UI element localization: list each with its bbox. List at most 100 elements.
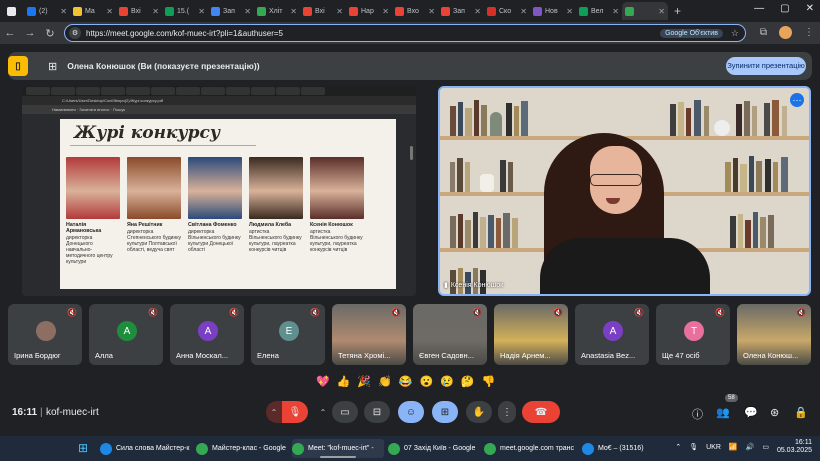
- captions-button[interactable]: ⊟: [364, 401, 390, 423]
- taskbar-item[interactable]: Сила слова Майстер-к: [100, 439, 192, 458]
- reaction-emoji[interactable]: 💖: [316, 375, 330, 388]
- reaction-emoji[interactable]: 🎉: [357, 375, 371, 388]
- tab-close-icon[interactable]: ✕: [474, 7, 481, 16]
- stop-presenting-button[interactable]: Зупинити презентацію: [726, 57, 806, 75]
- taskbar-item[interactable]: meet.google.com транс: [484, 439, 576, 458]
- people-icon[interactable]: 👥: [716, 406, 730, 419]
- mic-muted-button[interactable]: 🎙: [282, 401, 308, 423]
- participant-tile[interactable]: A 🔇 Анна Москал...: [170, 304, 244, 365]
- site-info-icon[interactable]: ⚙: [69, 27, 81, 39]
- volume-icon[interactable]: 🔊: [746, 443, 755, 451]
- shared-address: C:/Users/User/Desktop/Conf/Жюри(2)/Журі …: [22, 96, 416, 105]
- video-settings-chevron-icon[interactable]: ⌃: [316, 401, 330, 423]
- tab-close-icon[interactable]: ✕: [198, 7, 205, 16]
- reactions-button[interactable]: ☺: [398, 401, 424, 423]
- participant-tile[interactable]: 🔇 Надія Арнем...: [494, 304, 568, 365]
- participant-tile[interactable]: 🔇 Євген Садовн...: [413, 304, 487, 365]
- slide-underline: [70, 145, 256, 146]
- tab-close-icon[interactable]: ✕: [382, 7, 389, 16]
- wifi-icon[interactable]: 📶: [729, 443, 738, 451]
- participant-tile[interactable]: 🔇 Тетяна Хромі...: [332, 304, 406, 365]
- tab-close-icon[interactable]: ✕: [520, 7, 527, 16]
- more-options-button[interactable]: ⋮: [498, 401, 516, 423]
- taskbar-item[interactable]: Майстер-клас - Google: [196, 439, 288, 458]
- tab-close-icon[interactable]: ✕: [336, 7, 343, 16]
- reaction-emoji[interactable]: 🤔: [461, 375, 475, 388]
- browser-tab[interactable]: Нов ✕: [530, 2, 576, 20]
- taskbar-clock[interactable]: 16:11 05.03.2025: [777, 439, 812, 455]
- present-button[interactable]: ⊞: [432, 401, 458, 423]
- camera-button[interactable]: ▭: [332, 401, 358, 423]
- leave-call-button[interactable]: ☎: [522, 401, 560, 423]
- tab-close-icon[interactable]: ✕: [612, 7, 619, 16]
- tray-chevron-icon[interactable]: ⌃: [675, 443, 681, 451]
- info-icon[interactable]: ⓘ: [692, 406, 703, 422]
- maximize-icon[interactable]: ▢: [780, 3, 789, 14]
- tab-close-icon[interactable]: ✕: [152, 7, 159, 16]
- participant-tile[interactable]: 🔇 Ірина Бордюг: [8, 304, 82, 365]
- extensions-icon[interactable]: ⧉: [760, 27, 767, 38]
- participant-tile[interactable]: E 🔇 Елена: [251, 304, 325, 365]
- participant-tile[interactable]: A 🔇 Алла: [89, 304, 163, 365]
- omnibox[interactable]: ⚙ https://meet.google.com/kof-muec-irt?p…: [64, 24, 746, 42]
- chat-icon[interactable]: 💬: [744, 406, 758, 419]
- reaction-emoji[interactable]: 😂: [399, 375, 413, 388]
- profile-avatar[interactable]: [779, 26, 792, 39]
- browser-tab[interactable]: Зап ✕: [208, 2, 254, 20]
- reload-icon[interactable]: ↻: [40, 27, 60, 40]
- close-window-icon[interactable]: ✕: [806, 3, 814, 14]
- browser-tab[interactable]: Вел ✕: [576, 2, 622, 20]
- new-tab-icon[interactable]: +: [674, 4, 681, 18]
- tab-close-icon[interactable]: ✕: [106, 7, 113, 16]
- tile-more-options-icon[interactable]: ⋯: [790, 93, 804, 107]
- reaction-emoji[interactable]: 😢: [440, 375, 454, 388]
- participant-tile[interactable]: T 🔇 Ще 47 осіб: [656, 304, 730, 365]
- tab-close-icon[interactable]: ✕: [566, 7, 573, 16]
- activities-icon[interactable]: ⊛: [770, 406, 779, 419]
- tab-close-icon[interactable]: ✕: [290, 7, 297, 16]
- browser-tab[interactable]: Вхі ✕: [300, 2, 346, 20]
- taskbar-app-icon: [388, 442, 400, 455]
- browser-tab[interactable]: Вхо ✕: [392, 2, 438, 20]
- browser-tab[interactable]: Зап ✕: [438, 2, 484, 20]
- taskbar-item[interactable]: Mo€ – (31516): [582, 439, 674, 458]
- battery-icon[interactable]: ▭: [762, 443, 769, 451]
- bookmark-star-icon[interactable]: ☆: [731, 28, 739, 39]
- reaction-emoji[interactable]: 😮: [420, 375, 434, 388]
- forward-icon[interactable]: →: [20, 27, 40, 39]
- tab-close-icon[interactable]: ✕: [244, 7, 251, 16]
- raise-hand-button[interactable]: ✋: [466, 401, 492, 423]
- reaction-emoji[interactable]: 👎: [482, 375, 496, 388]
- participant-tile[interactable]: 🔇 Олена Конюш...: [737, 304, 811, 365]
- audio-settings-chevron-icon[interactable]: ⌃: [266, 401, 282, 423]
- tab-close-icon[interactable]: ✕: [60, 7, 67, 16]
- browser-tab[interactable]: Ско ✕: [484, 2, 530, 20]
- browser-tab[interactable]: Вхі ✕: [116, 2, 162, 20]
- menu-icon[interactable]: ⋮: [804, 27, 814, 38]
- reaction-emoji[interactable]: 👍: [337, 375, 351, 388]
- browser-tab[interactable]: 15.(✕: [162, 2, 208, 20]
- speaker-tile[interactable]: ⋯ ▮ Ксенія Конюшок: [438, 86, 811, 296]
- taskbar-item[interactable]: Meet: "kof-muec-irt" -: [292, 439, 384, 458]
- browser-tab[interactable]: Хліт ✕: [254, 2, 300, 20]
- microphone-tray-icon[interactable]: 🎙: [689, 443, 698, 451]
- language-indicator[interactable]: UKR: [706, 444, 721, 451]
- windows-start-icon[interactable]: ⊞: [78, 441, 88, 455]
- browser-tab[interactable]: Ма ✕: [70, 2, 116, 20]
- google-lens-chip[interactable]: Google Об'єктив: [660, 28, 723, 38]
- tab-close-icon[interactable]: ✕: [428, 7, 435, 16]
- back-icon[interactable]: ←: [0, 27, 20, 39]
- tab-favicon-icon: [257, 6, 266, 16]
- browser-tab[interactable]: (2) ✕: [24, 2, 70, 20]
- participant-name: Анна Москал...: [176, 351, 229, 360]
- minimize-icon[interactable]: —: [754, 3, 764, 14]
- participant-tile[interactable]: A 🔇 Anastasia Bez...: [575, 304, 649, 365]
- taskbar-item[interactable]: 07 Захід Київ - Google: [388, 439, 480, 458]
- url-text[interactable]: https://meet.google.com/kof-muec-irt?pli…: [86, 29, 660, 38]
- tab-close-icon[interactable]: ✕: [658, 7, 665, 16]
- browser-tab[interactable]: [4, 2, 24, 20]
- reaction-emoji[interactable]: 👏: [378, 375, 392, 388]
- browser-tab[interactable]: ✕: [622, 2, 668, 20]
- browser-tab[interactable]: Нар ✕: [346, 2, 392, 20]
- host-controls-icon[interactable]: 🔒: [794, 406, 808, 419]
